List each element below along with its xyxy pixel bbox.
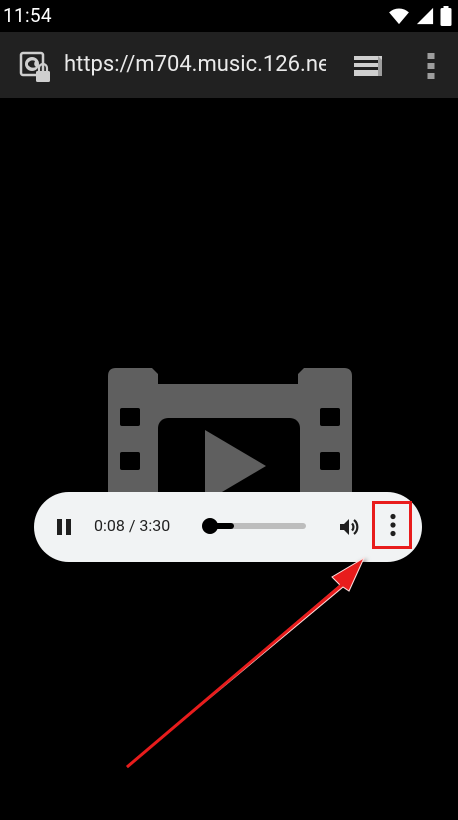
signal-icon xyxy=(416,7,434,25)
pause-button[interactable] xyxy=(52,515,76,539)
status-bar: 11:54 xyxy=(0,0,458,32)
battery-icon xyxy=(440,6,452,26)
pause-icon xyxy=(57,519,71,535)
insecure-site-lock-icon[interactable] xyxy=(19,51,53,85)
seek-thumb[interactable] xyxy=(202,518,218,534)
volume-button[interactable] xyxy=(336,514,362,540)
url-bar[interactable]: https://m704.music.126.net xyxy=(64,52,326,80)
tabs-icon xyxy=(354,56,382,76)
highlight-box xyxy=(372,501,412,549)
media-controls-panel: 0:08 / 3:30 xyxy=(34,492,422,562)
browser-toolbar: https://m704.music.126.net xyxy=(0,32,458,98)
more-vert-icon xyxy=(427,53,435,79)
status-time: 11:54 xyxy=(3,4,52,27)
volume-up-icon xyxy=(340,519,359,535)
status-icons xyxy=(388,6,452,26)
wifi-icon xyxy=(389,8,409,25)
tabs-button[interactable] xyxy=(350,51,386,81)
time-display: 0:08 / 3:30 xyxy=(94,516,171,535)
video-placeholder-icon xyxy=(108,368,352,508)
browser-menu-button[interactable] xyxy=(416,48,446,84)
seek-bar[interactable] xyxy=(206,523,306,529)
